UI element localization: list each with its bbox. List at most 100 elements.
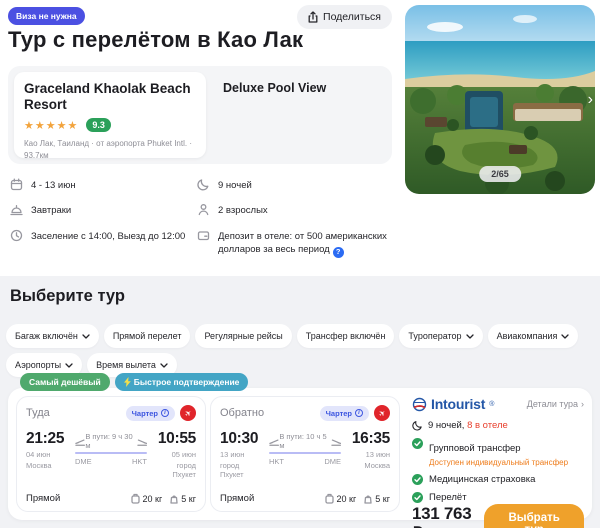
filter-label: Время вылета xyxy=(96,360,156,370)
hotel-rating-badge: 9.3 xyxy=(86,118,111,133)
chevron-down-icon xyxy=(561,334,570,339)
detail-checkin-text: Заселение с 14:00, Выезд до 12:00 xyxy=(31,230,186,242)
nights-in-hotel: 8 в отеле xyxy=(467,420,508,431)
airline-logo-icon: ✈ xyxy=(374,405,390,421)
baggage-label: 20 кг xyxy=(142,493,163,504)
flight-direction: Туда xyxy=(26,407,50,419)
room-type: Deluxe Pool View xyxy=(223,81,327,95)
info-icon[interactable]: ? xyxy=(332,246,344,258)
takeoff-icon xyxy=(75,438,86,446)
cheapest-badge: Самый дешёвый xyxy=(20,373,110,391)
share-icon xyxy=(308,11,318,23)
detail-guests: 2 взрослых xyxy=(197,204,393,217)
hotel-link-card[interactable]: Graceland Khaolak Beach Resort ★★★★★ 9.3… xyxy=(14,72,206,160)
detail-deposit-text: Депозит в отеле: от 500 американских дол… xyxy=(218,230,393,258)
share-label: Поделиться xyxy=(323,11,381,23)
detail-nights-text: 9 ночей xyxy=(218,180,252,191)
photo-counter: 2/65 xyxy=(479,166,521,182)
globe-icon xyxy=(412,397,427,411)
chevron-down-icon xyxy=(160,363,168,368)
detail-checkin: Заселение с 14:00, Выезд до 12:00 xyxy=(10,229,192,243)
filter-tour-operator[interactable]: Туроператор xyxy=(399,324,483,348)
filter-direct-flight[interactable]: Прямой перелет xyxy=(103,324,191,348)
charter-info-icon[interactable]: i xyxy=(355,409,363,417)
filter-label: Багаж включён xyxy=(15,331,78,341)
stops-label: Прямой xyxy=(26,493,61,504)
offer-nights: 9 ночей, 8 в отеле xyxy=(412,420,584,431)
share-button[interactable]: Поделиться xyxy=(297,5,392,29)
filter-baggage[interactable]: Багаж включён xyxy=(6,324,99,348)
handbag-icon xyxy=(170,495,178,504)
arrival-time: 16:35 xyxy=(351,430,390,447)
detail-nights: 9 ночей xyxy=(197,179,393,192)
tour-details-link[interactable]: Детали тура › xyxy=(527,399,584,409)
tour-offer-card: Туда Чартер i ✈ 21:25 04 июн Москва В пу… xyxy=(8,388,592,528)
route-line xyxy=(75,452,147,454)
filter-label: Прямой перелет xyxy=(112,331,182,341)
arrival-date: 05 июн xyxy=(171,450,196,459)
detail-guests-text: 2 взрослых xyxy=(218,205,268,217)
deposit-icon xyxy=(197,230,210,240)
fast-badge-label: Быстрое подтверждение xyxy=(133,377,240,387)
charter-label: Чартер xyxy=(131,408,158,418)
departure-time: 10:30 xyxy=(220,430,259,447)
route-line xyxy=(269,452,341,454)
moon-icon xyxy=(412,421,422,431)
landing-icon xyxy=(136,438,147,446)
nights-total: 9 ночей, xyxy=(428,420,465,431)
handbag-icon xyxy=(364,495,372,504)
offer-panel: Intourist ® Детали тура › 9 ночей, 8 в от… xyxy=(412,396,584,528)
tour-badges: Самый дешёвый Быстрое подтверждение xyxy=(20,373,249,391)
include-label: Перелёт xyxy=(429,492,467,504)
arrival-city: Москва xyxy=(364,461,390,470)
takeoff-icon xyxy=(269,438,280,446)
arrival-airport-code: HKT xyxy=(132,457,147,466)
detail-meals-text: Завтраки xyxy=(31,205,72,217)
include-label: Медицинская страховка xyxy=(429,474,536,485)
landing-icon xyxy=(330,438,341,446)
person-icon xyxy=(198,204,209,216)
filter-regular-flights[interactable]: Регулярные рейсы xyxy=(195,324,292,348)
lightning-icon xyxy=(123,377,131,387)
suitcase-icon xyxy=(324,493,334,504)
page-title: Тур с перелётом в Као Лак xyxy=(8,27,304,52)
registered-mark: ® xyxy=(489,400,495,408)
hotel-location: Као Лак, Таиланд · от аэропорта Phuket I… xyxy=(24,139,192,160)
departure-airport-code: HKT xyxy=(269,457,284,466)
hotel-stars: ★★★★★ xyxy=(24,119,79,132)
tour-details-right: 9 ночей 2 взрослых Депозит в отеле: от 5… xyxy=(197,179,393,270)
arrival-time: 10:55 xyxy=(157,430,196,447)
include-label: Групповой трансфер xyxy=(429,443,521,454)
filter-bar: Багаж включён Прямой перелет Регулярные … xyxy=(6,324,594,377)
next-photo-icon[interactable]: › xyxy=(588,91,593,108)
flight-duration: В пути: 9 ч 30 м xyxy=(85,432,133,450)
fast-confirmation-badge: Быстрое подтверждение xyxy=(114,373,249,391)
charter-info-icon[interactable]: i xyxy=(161,409,169,417)
suitcase-icon xyxy=(130,493,140,504)
chevron-down-icon xyxy=(465,334,474,339)
chevron-down-icon xyxy=(82,334,90,339)
include-insurance: Медицинская страховка xyxy=(412,474,584,485)
filter-transfer-included[interactable]: Трансфер включён xyxy=(296,324,395,348)
chevron-right-icon: › xyxy=(581,399,584,409)
filter-label: Трансфер включён xyxy=(305,331,386,341)
detail-deposit: Депозит в отеле: от 500 американских дол… xyxy=(197,230,393,258)
detail-dates: 4 - 13 июн xyxy=(10,178,192,192)
detail-meals: Завтраки xyxy=(10,204,192,217)
hotel-photo-gallery[interactable]: 2/65 › xyxy=(405,5,595,194)
breakfast-icon xyxy=(10,205,23,216)
hand-baggage-label: 5 кг xyxy=(375,493,390,504)
flight-direction: Обратно xyxy=(220,407,265,419)
departure-date: 04 июн xyxy=(26,450,51,459)
visa-badge: Виза не нужна xyxy=(8,7,85,25)
chevron-down-icon xyxy=(65,363,73,368)
tour-page: Виза не нужна Поделиться Тур с перелётом… xyxy=(0,0,600,528)
clock-icon xyxy=(10,229,23,241)
arrival-airport-code: DME xyxy=(324,457,341,466)
filter-label: Аэропорты xyxy=(15,360,62,370)
charter-label: Чартер xyxy=(325,408,352,418)
filter-airline[interactable]: Авиакомпания xyxy=(487,324,579,348)
charter-badge: Чартер i xyxy=(319,405,369,421)
deposit-text: Депозит в отеле: от 500 американских дол… xyxy=(218,230,387,255)
select-tour-button[interactable]: Выбрать тур xyxy=(484,503,584,528)
